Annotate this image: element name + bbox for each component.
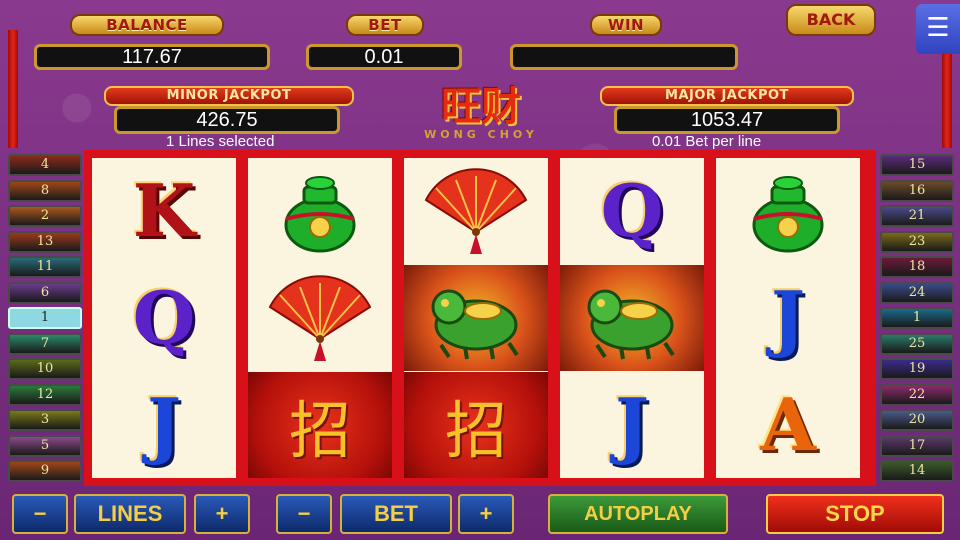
major-jackpot-value: 1053.47 — [614, 106, 840, 134]
right-line-button-17[interactable]: 17 — [880, 434, 954, 457]
right-line-button-23[interactable]: 23 — [880, 230, 954, 253]
reel-1: KQJ — [92, 158, 236, 478]
reel-2: 招 — [248, 158, 392, 478]
left-line-button-12[interactable]: 12 — [8, 383, 82, 406]
letter-j-symbol: J — [92, 372, 236, 478]
right-line-button-16[interactable]: 16 — [880, 179, 954, 202]
fortune-glyph-symbol: 招 — [248, 372, 392, 478]
left-line-button-5[interactable]: 5 — [8, 434, 82, 457]
symbol-letter: Q — [132, 275, 196, 360]
left-line-button-4[interactable]: 4 — [8, 154, 82, 176]
lines-button[interactable]: LINES — [74, 494, 186, 534]
reel-3: 招 — [404, 158, 548, 478]
symbol-letter: J — [770, 275, 806, 360]
bet-decrease-button[interactable]: − — [276, 494, 332, 534]
letter-j-symbol: J — [716, 265, 860, 371]
lines-increase-button[interactable]: + — [194, 494, 250, 534]
lines-selected-text: 1 Lines selected — [166, 133, 275, 150]
jade-vase-symbol — [716, 158, 860, 264]
reels-frame: KQJ招招QJJA — [84, 150, 876, 486]
lines-decrease-button[interactable]: − — [12, 494, 68, 534]
bet-label: BET — [346, 14, 424, 36]
red-fan-symbol — [404, 158, 548, 264]
left-line-button-8[interactable]: 8 — [8, 179, 82, 202]
left-line-button-1[interactable]: 1 — [8, 307, 82, 329]
slot-game-screen: BALANCE 117.67 BET 0.01 WIN BACK ☰ MINOR… — [0, 0, 960, 540]
symbol-letter: A — [760, 382, 816, 467]
stop-button[interactable]: STOP — [766, 494, 944, 534]
left-line-button-10[interactable]: 10 — [8, 358, 82, 380]
balance-value: 117.67 — [34, 44, 270, 70]
hamburger-menu-icon[interactable]: ☰ — [916, 4, 960, 54]
letter-q-symbol: Q — [560, 158, 704, 264]
symbol-letter: J — [614, 382, 650, 467]
right-line-button-20[interactable]: 20 — [880, 409, 954, 431]
logo-title: 旺财 — [441, 83, 521, 130]
logo-subtitle: WONG CHOY — [424, 128, 538, 141]
right-line-button-14[interactable]: 14 — [880, 460, 954, 482]
game-logo: 旺财 WONG CHOY — [376, 86, 586, 146]
letter-j-symbol: J — [560, 372, 704, 478]
right-line-button-19[interactable]: 19 — [880, 358, 954, 380]
back-button[interactable]: BACK — [786, 4, 876, 36]
bet-button[interactable]: BET — [340, 494, 452, 534]
minor-jackpot-value: 426.75 — [114, 106, 340, 134]
letter-a-symbol: A — [716, 372, 860, 478]
left-pillar-decoration — [8, 30, 18, 148]
letter-k-symbol: K — [92, 158, 236, 264]
left-line-button-6[interactable]: 6 — [8, 281, 82, 304]
left-line-button-2[interactable]: 2 — [8, 205, 82, 227]
right-line-button-1[interactable]: 1 — [880, 307, 954, 329]
right-line-button-22[interactable]: 22 — [880, 383, 954, 406]
letter-q-symbol: Q — [92, 265, 236, 371]
right-line-button-21[interactable]: 21 — [880, 205, 954, 227]
bet-increase-button[interactable]: + — [458, 494, 514, 534]
balance-label: BALANCE — [70, 14, 224, 36]
bet-per-line-text: 0.01 Bet per line — [652, 133, 762, 150]
reel-4: QJ — [560, 158, 704, 478]
right-line-button-15[interactable]: 15 — [880, 154, 954, 176]
symbol-letter: J — [146, 382, 182, 467]
left-line-button-9[interactable]: 9 — [8, 460, 82, 482]
right-line-button-25[interactable]: 25 — [880, 332, 954, 355]
jade-vase-symbol — [248, 158, 392, 264]
win-value — [510, 44, 738, 70]
left-line-button-13[interactable]: 13 — [8, 230, 82, 253]
left-line-button-3[interactable]: 3 — [8, 409, 82, 431]
right-line-button-18[interactable]: 18 — [880, 256, 954, 278]
symbol-letter: Q — [600, 168, 664, 253]
left-line-button-11[interactable]: 11 — [8, 256, 82, 278]
golden-dragon-symbol — [404, 265, 548, 371]
symbol-letter: K — [132, 168, 196, 253]
bet-value: 0.01 — [306, 44, 462, 70]
autoplay-button[interactable]: AUTOPLAY — [548, 494, 728, 534]
minor-jackpot-label: MINOR JACKPOT — [104, 86, 354, 106]
left-line-button-7[interactable]: 7 — [8, 332, 82, 355]
reel-5: JA — [716, 158, 860, 478]
win-label: WIN — [590, 14, 662, 36]
fortune-glyph-symbol: 招 — [404, 372, 548, 478]
major-jackpot-label: MAJOR JACKPOT — [600, 86, 854, 106]
right-line-button-24[interactable]: 24 — [880, 281, 954, 304]
golden-dragon-symbol — [560, 265, 704, 371]
red-fan-symbol — [248, 265, 392, 371]
